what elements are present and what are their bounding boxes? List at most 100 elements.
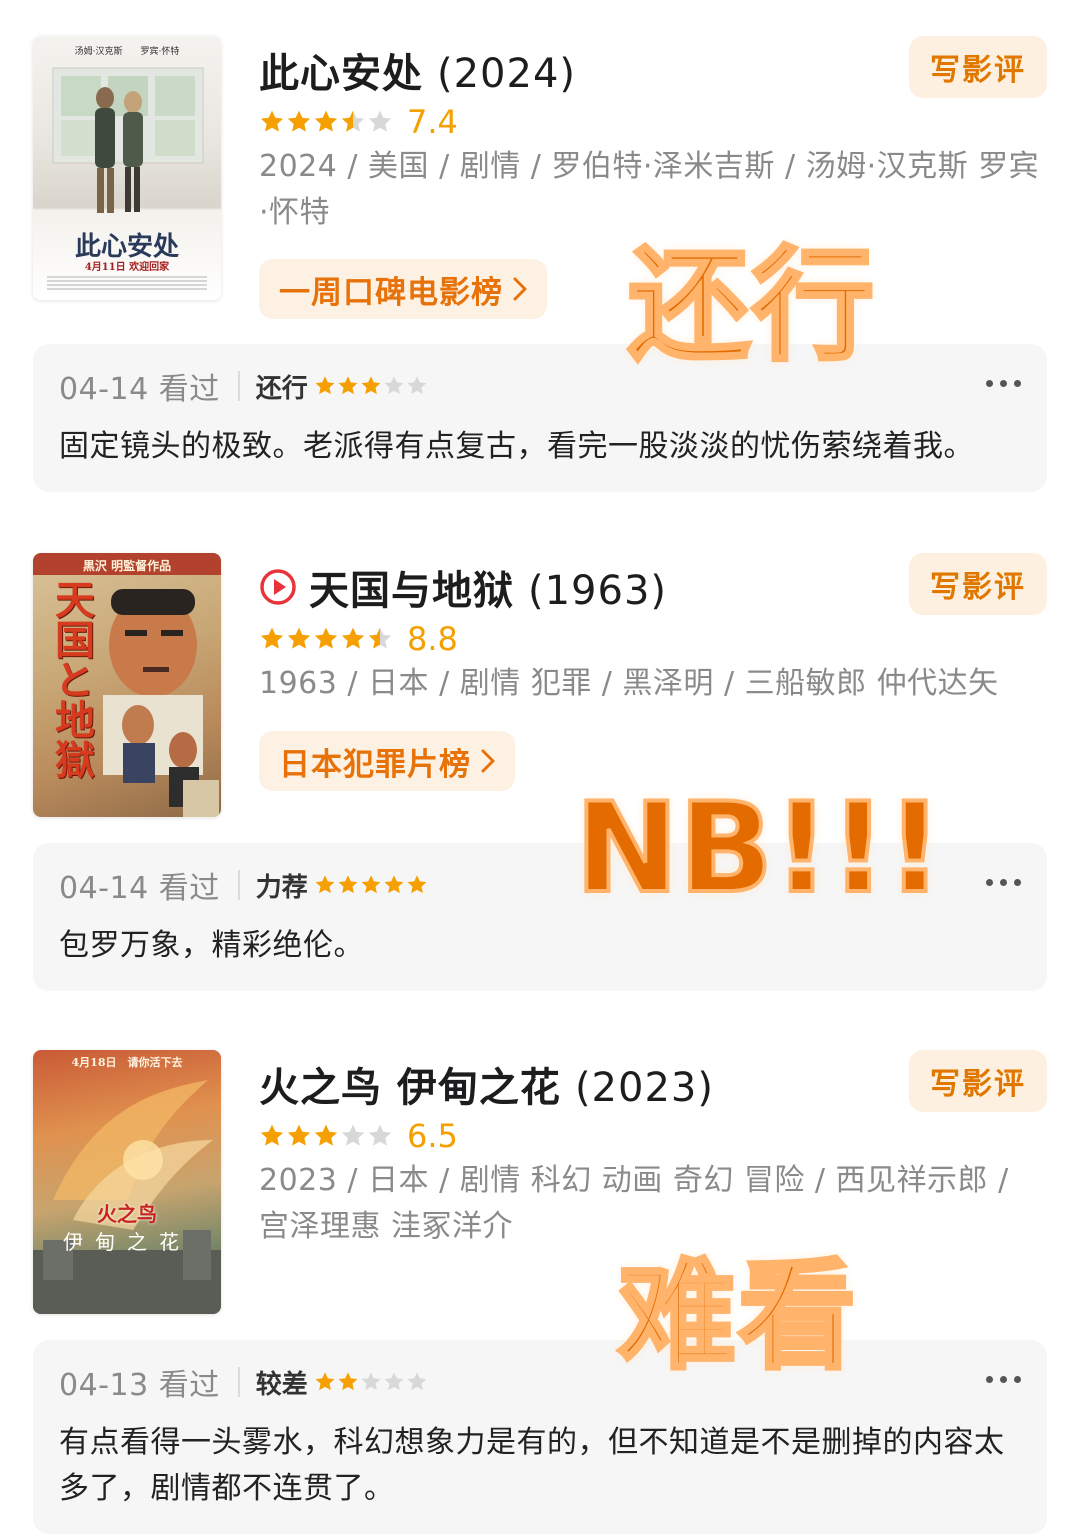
- star-icon: [384, 376, 404, 395]
- rating-stars: [259, 626, 393, 652]
- write-review-button[interactable]: 写影评: [909, 1050, 1047, 1112]
- review-text: 有点看得一头雾水，科幻想象力是有的，但不知道是不是删掉的内容太多了，剧情都不连贯…: [59, 1425, 1005, 1506]
- movie-title-row: 火之鸟 伊甸之花 (2023): [259, 1054, 714, 1114]
- star-icon: [407, 875, 427, 894]
- star-icon: [384, 875, 404, 894]
- play-circle-icon[interactable]: [259, 568, 297, 606]
- review-header: 04-13 看过 较差: [59, 1362, 428, 1403]
- rating-score: 7.4: [407, 103, 458, 141]
- star-icon: [368, 627, 392, 649]
- star-icon: [361, 376, 381, 395]
- review-verdict: 力荐: [255, 872, 308, 903]
- movie-title-text: 火之鸟 伊甸之花: [259, 1065, 561, 1111]
- star-icon: [368, 110, 392, 132]
- poster-date: 4月11日 欢迎回家: [84, 262, 170, 273]
- my-review-card[interactable]: 04-13 看过 较差 有点看得一头雾水，科幻想象力是有的，但不知道是不是删掉的…: [33, 1340, 1047, 1534]
- more-options-icon[interactable]: [986, 380, 1021, 387]
- star-icon: [338, 875, 358, 894]
- movie-title-row: 此心安处 (2024): [259, 40, 576, 100]
- review-header: 04-14 看过 力荐: [59, 865, 428, 906]
- star-icon: [314, 110, 338, 132]
- star-icon: [384, 1372, 404, 1391]
- star-icon: [361, 875, 381, 894]
- poster-title: 火之鸟: [97, 1202, 157, 1226]
- star-icon: [368, 1124, 392, 1146]
- star-icon: [314, 627, 338, 649]
- review-stars: [314, 1371, 428, 1393]
- divider: [237, 1367, 240, 1397]
- star-icon: [407, 376, 427, 395]
- write-review-button[interactable]: 写影评: [909, 553, 1047, 615]
- star-icon: [287, 1124, 311, 1146]
- rating-score: 6.5: [407, 1117, 458, 1155]
- more-options-icon[interactable]: [986, 1376, 1021, 1383]
- poster-top-names: 汤姆·汉克斯 罗宾·怀特: [74, 47, 180, 57]
- movie-poster[interactable]: 黒沢 明監督作品 天国と地獄: [33, 553, 221, 817]
- poster-illustration: [52, 67, 204, 213]
- write-review-button[interactable]: 写影评: [909, 36, 1047, 98]
- star-icon: [341, 110, 365, 132]
- poster-top-names: 黒沢 明監督作品: [82, 559, 172, 573]
- star-icon: [315, 875, 335, 894]
- poster-credits: [47, 276, 207, 292]
- movie-year: (1963): [528, 568, 668, 614]
- watched-date: 04-14 看过: [59, 871, 220, 906]
- chart-tag-button[interactable]: 一周口碑电影榜: [259, 259, 547, 319]
- divider: [237, 371, 240, 401]
- rating-stars: [259, 1123, 393, 1149]
- star-icon: [341, 1124, 365, 1146]
- star-icon: [315, 1372, 335, 1391]
- watched-date: 04-14 看过: [59, 372, 220, 407]
- star-icon: [260, 110, 284, 132]
- divider: [237, 870, 240, 900]
- chart-tag-button[interactable]: 日本犯罪片榜: [259, 731, 515, 791]
- movie-title-row: 天国与地狱 (1963): [259, 557, 667, 617]
- movie-title-text: 此心安处: [259, 51, 423, 97]
- sticker-text: 还行: [626, 234, 876, 378]
- movie-meta: 2023 / 日本 / 剧情 科幻 动画 奇幻 冒险 / 西见祥示郎 / 宫泽理…: [259, 1163, 1009, 1244]
- review-text: 固定镜头的极致。老派得有点复古，看完一股淡淡的忧伤萦绕着我。: [59, 429, 974, 464]
- star-icon: [287, 110, 311, 132]
- movie-meta: 1963 / 日本 / 剧情 犯罪 / 黑泽明 / 三船敏郎 仲代达矢: [259, 666, 999, 701]
- review-stars: [314, 375, 428, 397]
- review-header: 04-14 看过 还行: [59, 366, 428, 407]
- movie-poster[interactable]: 汤姆·汉克斯 罗宾·怀特 此心安处 4月11日 欢迎回家: [33, 36, 221, 300]
- rating-stars: [259, 109, 393, 135]
- star-icon: [315, 376, 335, 395]
- movie-poster[interactable]: 4月18日 请你活下去 火之鸟 伊甸之花: [33, 1050, 221, 1314]
- star-icon: [338, 376, 358, 395]
- chevron-right-icon: [513, 277, 527, 301]
- movie-title[interactable]: 天国与地狱 (1963): [309, 558, 667, 616]
- star-icon: [407, 1372, 427, 1391]
- movie-title-text: 天国与地狱: [309, 568, 514, 614]
- movie-meta: 2024 / 美国 / 剧情 / 罗伯特·泽米吉斯 / 汤姆·汉克斯 罗宾·怀特: [259, 149, 1040, 230]
- star-icon: [361, 1372, 381, 1391]
- star-icon: [287, 627, 311, 649]
- movie-title[interactable]: 火之鸟 伊甸之花 (2023): [259, 1055, 714, 1113]
- watched-date: 04-13 看过: [59, 1368, 220, 1403]
- review-text: 包罗万象，精彩绝伦。: [59, 928, 364, 963]
- poster-subtitle: 伊甸之花: [63, 1230, 191, 1254]
- poster-title: 天国と地獄: [48, 579, 95, 779]
- review-verdict: 还行: [255, 373, 308, 404]
- star-icon: [260, 1124, 284, 1146]
- star-icon: [338, 1372, 358, 1391]
- sticker-text: 难看: [616, 1245, 859, 1387]
- sticker-text: NB!!!: [573, 775, 945, 923]
- star-icon: [341, 627, 365, 649]
- movie-year: (2024): [437, 51, 577, 97]
- rating-row: 6.5: [259, 1114, 458, 1158]
- movie-title[interactable]: 此心安处 (2024): [259, 41, 576, 99]
- more-options-icon[interactable]: [986, 879, 1021, 886]
- star-icon: [260, 627, 284, 649]
- movie-year: (2023): [574, 1065, 714, 1111]
- my-review-card[interactable]: 04-14 看过 还行 固定镜头的极致。老派得有点复古，看完一股淡淡的忧伤萦绕着…: [33, 344, 1047, 492]
- chart-tag-label: 一周口碑电影榜: [279, 274, 503, 311]
- poster-illustration: [33, 1080, 221, 1314]
- rating-row: 7.4: [259, 100, 458, 144]
- chart-tag-label: 日本犯罪片榜: [279, 746, 471, 783]
- star-icon: [314, 1124, 338, 1146]
- review-stars: [314, 874, 428, 896]
- review-verdict: 较差: [255, 1369, 308, 1400]
- rating-score: 8.8: [407, 620, 458, 658]
